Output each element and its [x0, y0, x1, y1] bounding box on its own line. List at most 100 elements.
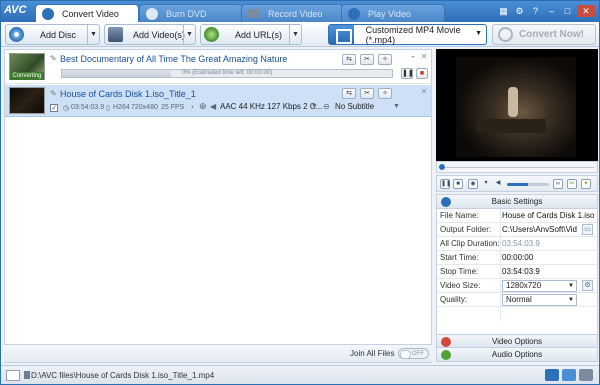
remove-icon[interactable]: ✕ — [420, 53, 428, 61]
video-size-select[interactable]: 1280x720 ▼ — [502, 280, 577, 292]
disc-add-icon — [9, 27, 24, 42]
tab-label: Convert Video — [62, 8, 119, 19]
stop-button[interactable]: ■ — [416, 68, 428, 79]
expand-icon — [441, 337, 451, 347]
shutdown-icon[interactable] — [562, 369, 576, 381]
window-controls: ▦ ⚙ ? – □ ✕ — [497, 5, 595, 17]
file-title: House of Cards Disk 1.iso_Title_1 — [60, 89, 196, 99]
cut-icon[interactable]: ✂ — [360, 88, 374, 99]
power-icon[interactable] — [579, 369, 593, 381]
pause-button[interactable]: ❚❚ — [401, 68, 414, 79]
tab-record-video[interactable]: Record Video — [241, 4, 343, 22]
speaker-icon: ◀ — [210, 102, 217, 111]
video-size-label: Video Size: — [440, 281, 481, 290]
output-folder-label: Output Folder: — [440, 225, 492, 234]
chevron-down-icon: ▼ — [475, 30, 482, 37]
video-thumbnail — [9, 87, 45, 114]
link-icon[interactable]: ∞ — [553, 179, 563, 189]
rename-icon[interactable]: ✎ — [50, 55, 58, 63]
file-name-label: File Name: — [440, 211, 479, 220]
pause-icon[interactable]: ❚❚ — [440, 179, 451, 189]
store-icon[interactable]: ▦ — [497, 5, 510, 17]
tab-burn-dvd[interactable]: Burn DVD — [139, 4, 243, 22]
audio-options-label: Audio Options — [491, 350, 543, 359]
seek-bar[interactable] — [436, 161, 598, 173]
audio-track-select[interactable]: AAC 44 KHz 127 Kbps 2 C... — [220, 102, 322, 111]
volume-icon[interactable]: ◀ — [493, 179, 503, 189]
maximize-button[interactable]: □ — [561, 5, 574, 17]
stop-icon[interactable]: ■ — [453, 179, 463, 189]
close-button[interactable]: ✕ — [577, 5, 595, 17]
video-preview — [436, 49, 598, 161]
app-window: AVC Convert Video Burn DVD Record Video … — [0, 0, 600, 385]
start-time-field[interactable]: 00:00:00 — [502, 251, 577, 265]
add-videos-label: Add Video(s) — [133, 29, 185, 40]
minimize-button[interactable]: – — [545, 5, 558, 17]
output-profile-select[interactable]: Customized MP4 Movie (*.mp4) ▼ — [328, 24, 487, 45]
add-videos-button[interactable]: Add Video(s) ▼ — [104, 24, 196, 45]
codec: H264 — [113, 104, 130, 111]
settings-icon[interactable]: ⚙ — [513, 5, 526, 17]
remove-icon[interactable]: ✕ — [420, 88, 428, 96]
stop-time-label: Stop Time: — [440, 267, 479, 276]
convert-now-button[interactable]: Convert Now! — [492, 24, 596, 45]
join-all-files-toggle[interactable]: OFF — [398, 348, 429, 359]
output-path: D:\AVC files\House of Cards Disk 1.iso_T… — [31, 371, 215, 380]
open-folder-icon[interactable] — [545, 369, 559, 381]
add-disc-button[interactable]: Add Disc ▼ — [5, 24, 100, 45]
subtitle-select[interactable]: No Subtitle — [335, 102, 374, 111]
panel-toggle-icon[interactable] — [6, 370, 20, 381]
chevron-right-icon: › — [191, 102, 194, 111]
film-add-icon — [108, 27, 123, 42]
start-time-row: Start Time: 00:00:00 — [437, 251, 597, 265]
volume-slider[interactable] — [507, 183, 549, 186]
tab-convert-video[interactable]: Convert Video — [35, 4, 139, 22]
status-badge: Converting — [10, 72, 44, 80]
settings-small-icon[interactable]: ⌁ — [409, 53, 417, 61]
stop-time-field[interactable]: 03:54:03.9 — [502, 265, 577, 279]
cut-icon[interactable]: ✂ — [360, 54, 374, 65]
frame-rate: 25 FPS — [161, 104, 185, 111]
chevron-down-icon[interactable]: ▼ — [311, 103, 318, 110]
add-disc-dropdown[interactable]: ▼ — [87, 25, 99, 44]
rename-icon[interactable]: ✎ — [50, 90, 58, 98]
clip-icon[interactable]: ⇆ — [342, 54, 356, 65]
audio-track-icon[interactable]: ⊕ — [199, 101, 207, 112]
quality-label: Quality: — [440, 295, 468, 304]
effects-icon[interactable]: ✧ — [378, 88, 392, 99]
chevron-down-icon[interactable]: ▼ — [393, 103, 400, 110]
output-folder-field[interactable]: C:\Users\AnvSoft\Videos\ — [502, 223, 577, 237]
quality-select[interactable]: Normal ▼ — [502, 294, 577, 306]
convert-icon — [498, 27, 513, 42]
effects-icon[interactable]: ✧ — [378, 54, 392, 65]
folder-icon[interactable]: ▭ — [582, 224, 593, 235]
gear-icon[interactable]: ⚙ — [582, 280, 593, 291]
add-urls-button[interactable]: Add URL(s) ▼ — [200, 24, 302, 45]
magic-icon[interactable]: ✦ — [581, 179, 591, 189]
video-options-header[interactable]: Video Options — [437, 334, 597, 348]
disc-icon — [146, 7, 158, 20]
file-name-field[interactable]: House of Cards Disk 1.iso_Title_1 — [502, 209, 594, 223]
clip-icon[interactable]: ⇆ — [342, 88, 356, 99]
tab-label: Play Video — [368, 8, 411, 19]
convert-video-icon — [42, 7, 54, 20]
title-bar: AVC Convert Video Burn DVD Record Video … — [1, 1, 599, 22]
start-time-label: Start Time: — [440, 253, 479, 262]
seek-track — [446, 167, 594, 168]
add-videos-dropdown[interactable]: ▼ — [183, 25, 195, 44]
help-icon[interactable]: ? — [529, 5, 542, 17]
tab-play-video[interactable]: Play Video — [341, 4, 445, 22]
add-urls-dropdown[interactable]: ▼ — [289, 25, 301, 44]
seek-handle[interactable] — [439, 164, 445, 170]
conversion-progress-bar: 0% (Estimated time left: 00:00:00) — [61, 69, 393, 78]
crop-icon[interactable]: ✂ — [567, 179, 577, 189]
chevron-down-icon[interactable]: ▾ — [481, 179, 491, 189]
quality-value: Normal — [506, 295, 532, 304]
stop-time-row: Stop Time: 03:54:03.9 — [437, 265, 597, 279]
file-list: Converting ✎ Best Documentary of All Tim… — [4, 49, 432, 363]
file-checkbox[interactable]: ✓ — [50, 104, 58, 112]
audio-options-header[interactable]: Audio Options — [437, 348, 597, 362]
output-folder-row: Output Folder: C:\Users\AnvSoft\Videos\ … — [437, 223, 597, 237]
basic-settings-header[interactable]: Basic Settings — [437, 195, 597, 209]
snapshot-icon[interactable]: ◉ — [468, 179, 478, 189]
